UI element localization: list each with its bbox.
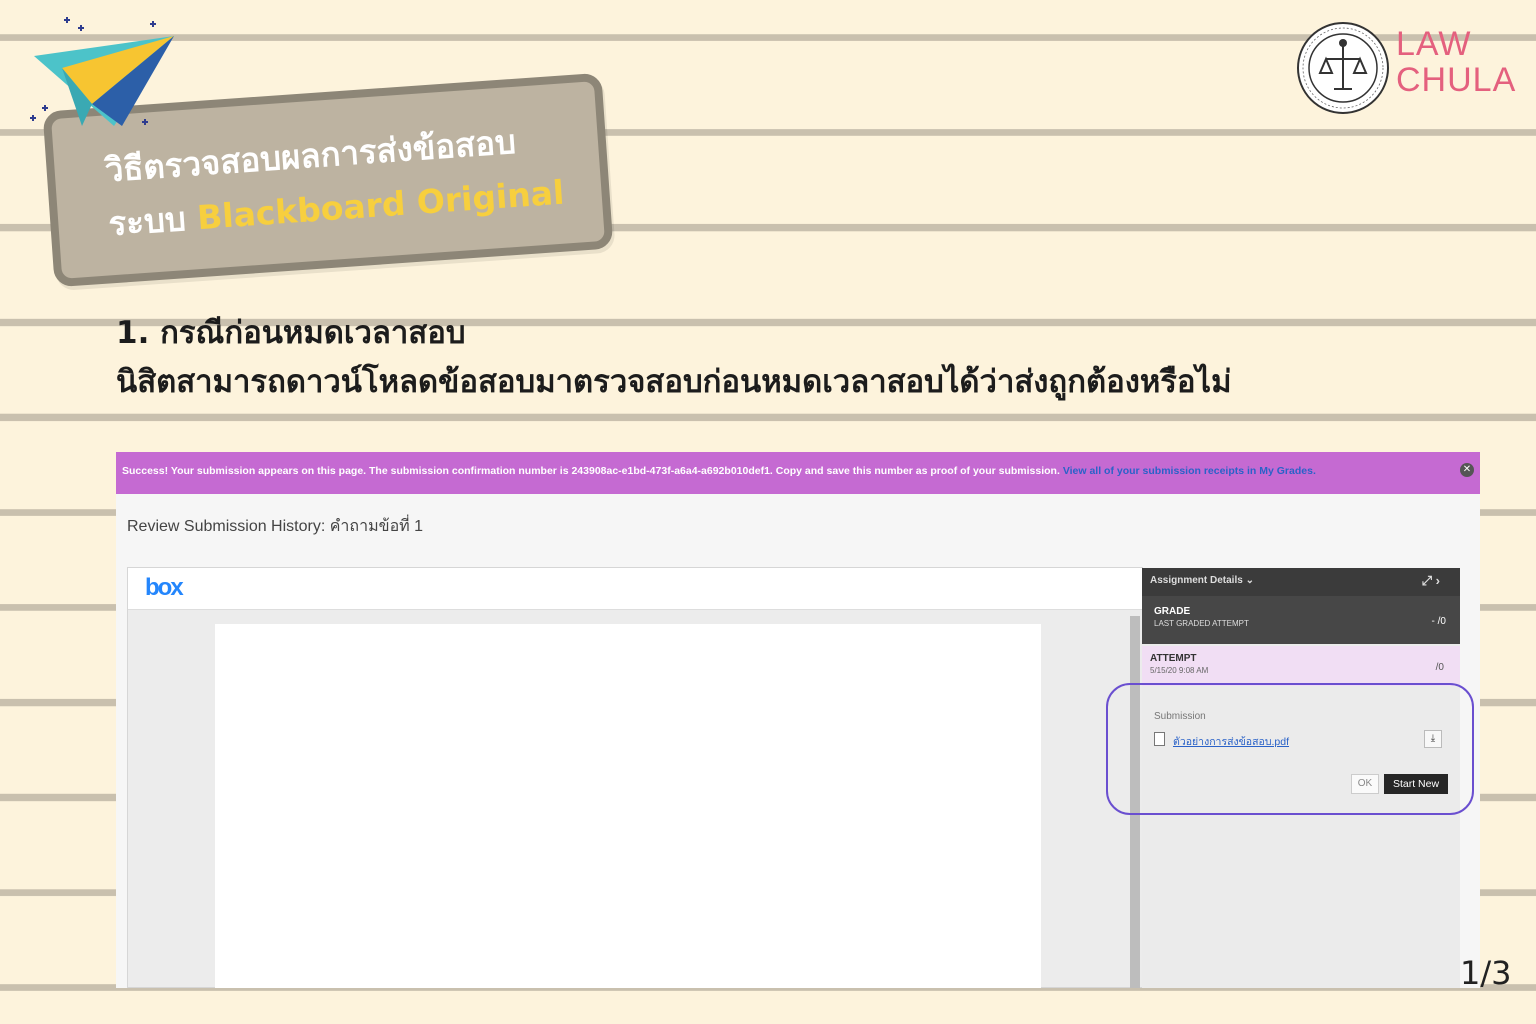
banner-text: Success! Your submission appears on this… (122, 465, 1060, 477)
success-banner: Success! Your submission appears on this… (116, 452, 1480, 494)
heading-line-2: นิสิตสามารถดาวน์โหลดข้อสอบมาตรวจสอบก่อนห… (116, 364, 1232, 400)
close-icon[interactable]: ✕ (1460, 463, 1474, 477)
grade-title: GRADE (1154, 606, 1191, 617)
grade-section: GRADE LAST GRADED ATTEMPT - /0 (1142, 596, 1460, 644)
logo-line-2: CHULA (1396, 61, 1517, 99)
step-heading: 1. กรณีก่อนหมดเวลาสอบ นิสิตสามารถดาวน์โห… (116, 310, 1232, 408)
panel-header[interactable]: Assignment Details ⌄ ⤢ › (1142, 568, 1460, 596)
document-page (215, 624, 1041, 988)
viewer-toolbar: box (128, 568, 1142, 610)
attempt-value: /0 (1435, 662, 1444, 673)
attempt-title: ATTEMPT (1150, 653, 1197, 664)
title-prefix: ระบบ (107, 199, 188, 244)
expand-icon[interactable]: ⤢ › (1422, 573, 1440, 589)
submission-highlight-outline (1106, 683, 1474, 815)
grade-value: - /0 (1431, 616, 1446, 627)
panel-title[interactable]: Assignment Details ⌄ (1150, 575, 1254, 586)
attempt-row[interactable]: ATTEMPT 5/15/20 9:08 AM /0 (1142, 646, 1460, 686)
paper-plane-icon (30, 17, 174, 126)
attempt-date: 5/15/20 9:08 AM (1150, 666, 1209, 675)
grades-receipt-link[interactable]: View all of your submission receipts in … (1063, 465, 1316, 477)
page-title: Review Submission History: คำถามข้อที่ 1 (127, 518, 424, 535)
box-logo: box (145, 574, 184, 601)
grade-subtitle: LAST GRADED ATTEMPT (1154, 619, 1249, 628)
logo-line-1: LAW (1396, 25, 1472, 63)
document-viewer: box ▲ (127, 567, 1143, 988)
law-chula-logo: LAW CHULA (1396, 26, 1516, 98)
university-seal-icon (1297, 22, 1389, 114)
heading-line-1: 1. กรณีก่อนหมดเวลาสอบ (116, 315, 466, 351)
page-indicator: 1/3 (1460, 954, 1512, 992)
